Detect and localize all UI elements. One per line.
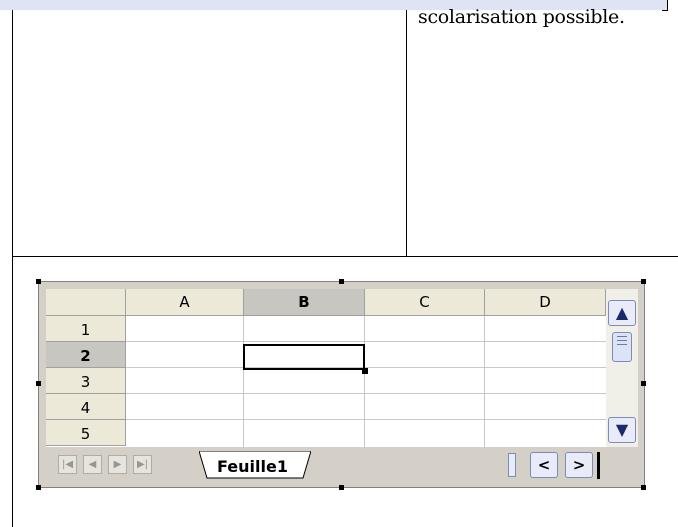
vertical-scrollbar[interactable]: ▲ ▼ xyxy=(606,289,638,447)
scroll-down-button[interactable]: ▼ xyxy=(608,417,636,443)
grid-line xyxy=(126,393,606,394)
chevron-up-icon: ▲ xyxy=(615,303,629,322)
column-header-c[interactable]: C xyxy=(365,289,485,316)
scrollbar-end-marker xyxy=(597,452,600,479)
chevron-left-icon: < xyxy=(537,456,551,474)
previous-sheet-button[interactable]: ◀ xyxy=(83,455,102,474)
scroll-up-button[interactable]: ▲ xyxy=(608,300,636,326)
chevron-right-icon: > xyxy=(572,456,586,474)
resize-handle-top-center[interactable] xyxy=(339,279,344,284)
last-sheet-icon: ▶| xyxy=(136,459,149,470)
active-cell-cursor[interactable] xyxy=(243,344,365,370)
scroll-thumb[interactable] xyxy=(612,332,632,362)
resize-handle-top-right[interactable] xyxy=(641,279,646,284)
sheet-tab-bar: |◀ ◀ ▶ ▶| Feuille1 < > xyxy=(46,447,638,481)
table-cell-text[interactable]: scolarisation possible. xyxy=(418,6,625,28)
resize-handle-bottom-right[interactable] xyxy=(641,485,646,490)
page-left-border xyxy=(12,10,13,527)
resize-handle-middle-right[interactable] xyxy=(641,381,646,386)
next-sheet-icon: ▶ xyxy=(113,459,122,470)
select-all-corner[interactable] xyxy=(46,289,126,316)
row-header-2[interactable]: 2 xyxy=(46,342,126,368)
column-header-d[interactable]: D xyxy=(485,289,606,316)
row-header-1[interactable]: 1 xyxy=(46,316,126,342)
table-bottom-border xyxy=(12,256,678,257)
grid-line xyxy=(364,316,365,447)
grid-line xyxy=(126,419,606,420)
resize-handle-middle-left[interactable] xyxy=(36,381,41,386)
resize-handle-bottom-center[interactable] xyxy=(339,485,344,490)
horizontal-scroll-splitter[interactable] xyxy=(508,453,516,477)
sheet-tab-feuille1[interactable]: Feuille1 xyxy=(199,451,311,479)
column-header-b[interactable]: B xyxy=(244,289,365,316)
next-sheet-button[interactable]: ▶ xyxy=(108,455,127,474)
table-column-divider xyxy=(406,10,407,256)
last-sheet-button[interactable]: ▶| xyxy=(133,455,152,474)
grid-line xyxy=(484,316,485,447)
frame-corner xyxy=(667,0,668,10)
sheet-tab-label: Feuille1 xyxy=(217,457,288,476)
chevron-down-icon: ▼ xyxy=(615,420,629,439)
column-header-a[interactable]: A xyxy=(126,289,244,316)
fill-handle[interactable] xyxy=(362,368,368,374)
spreadsheet-grid[interactable]: A B C D 1 2 3 4 5 xyxy=(46,289,606,447)
resize-handle-top-left[interactable] xyxy=(36,279,41,284)
first-sheet-button[interactable]: |◀ xyxy=(58,455,77,474)
grid-line xyxy=(243,316,244,447)
scroll-right-button[interactable]: > xyxy=(565,452,593,478)
frame-corner-tick xyxy=(662,10,668,11)
first-sheet-icon: |◀ xyxy=(61,459,74,470)
grid-line xyxy=(126,341,606,342)
row-header-4[interactable]: 4 xyxy=(46,394,126,420)
previous-sheet-icon: ◀ xyxy=(88,459,97,470)
scroll-left-button[interactable]: < xyxy=(530,452,558,478)
row-header-3[interactable]: 3 xyxy=(46,368,126,394)
row-header-5[interactable]: 5 xyxy=(46,420,126,446)
resize-handle-bottom-left[interactable] xyxy=(36,485,41,490)
